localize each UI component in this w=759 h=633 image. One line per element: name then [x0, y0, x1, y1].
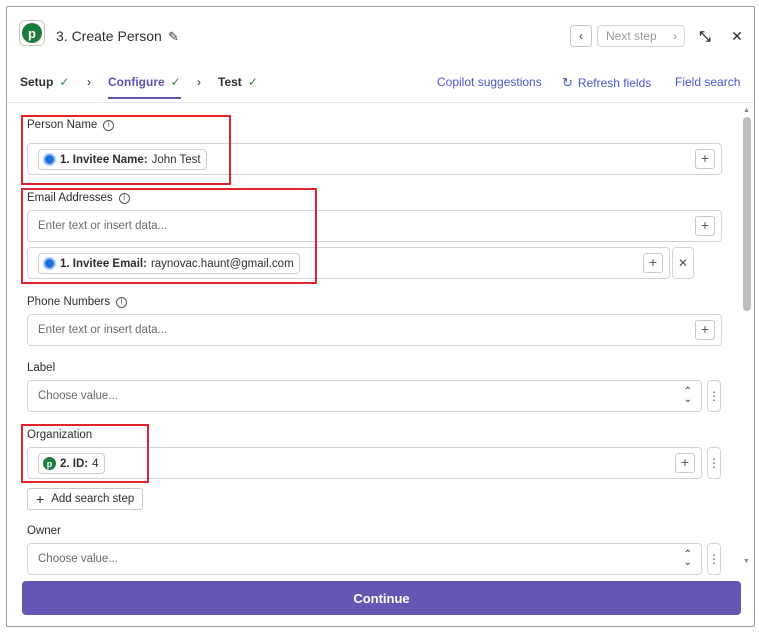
plus-icon: + — [36, 491, 45, 507]
pencil-icon[interactable]: ✎ — [168, 29, 179, 45]
previous-step-button[interactable]: ‹ — [570, 25, 592, 47]
info-icon[interactable]: i — [118, 192, 130, 204]
organization-field[interactable]: p 2. ID: 4 + — [27, 447, 702, 479]
phone-field[interactable]: Enter text or insert data... + — [27, 314, 722, 346]
panel-header: p 3. Create Person ✎ ‹ Next step › ⤡ ✕ — [7, 7, 754, 63]
close-icon[interactable]: ✕ — [727, 26, 747, 46]
insert-data-button[interactable]: + — [675, 453, 695, 473]
pipedrive-logo-letter: p — [22, 23, 42, 43]
invitee-email-pill[interactable]: 1. Invitee Email: raynovac.haunt@gmail.c… — [38, 253, 300, 274]
tab-setup-label: Setup — [20, 75, 54, 89]
chevron-right-icon: › — [87, 75, 91, 89]
configure-form: Person Name i 1. Invitee Name: John Test… — [7, 104, 754, 575]
insert-data-button[interactable]: + — [643, 253, 663, 273]
tab-setup[interactable]: Setup ✓ — [20, 75, 69, 89]
label-field-label-text: Label — [27, 362, 56, 374]
chevron-updown-icon: ⌃ ⌄ — [683, 386, 692, 405]
person-name-field[interactable]: 1. Invitee Name: John Test + — [27, 143, 722, 175]
refresh-fields-label: Refresh fields — [577, 76, 652, 90]
insert-data-button[interactable]: + — [695, 320, 715, 340]
label-field-label: Label — [27, 362, 55, 374]
email-placeholder: Enter text or insert data... — [38, 220, 168, 232]
add-search-step-label: Add search step — [51, 493, 135, 505]
tab-test[interactable]: Test ✓ — [218, 75, 258, 89]
continue-label: Continue — [353, 590, 410, 606]
phone-placeholder: Enter text or insert data... — [38, 324, 168, 336]
tab-configure[interactable]: Configure ✓ — [108, 75, 181, 99]
calendly-icon — [43, 153, 56, 166]
owner-select[interactable]: Choose value... ⌃ ⌄ — [27, 543, 702, 575]
continue-button[interactable]: Continue — [22, 581, 741, 615]
collapse-icon[interactable]: ⤡ — [695, 26, 715, 46]
remove-email-button[interactable]: ✕ — [672, 247, 694, 279]
chevron-updown-icon: ⌃ ⌄ — [683, 549, 692, 568]
checkmark-icon: ✓ — [247, 75, 258, 89]
copilot-suggestions-label: Copilot suggestions — [437, 75, 542, 89]
email-addresses-label: Email Addresses i — [27, 192, 130, 204]
pill-value: John Test — [151, 153, 201, 166]
field-search-label: Field search — [675, 75, 741, 89]
info-icon[interactable]: i — [103, 119, 115, 131]
org-id-pill[interactable]: p 2. ID: 4 — [38, 453, 105, 474]
email-entry-field[interactable]: 1. Invitee Email: raynovac.haunt@gmail.c… — [27, 247, 670, 279]
label-select[interactable]: Choose value... ⌃ ⌄ — [27, 380, 702, 412]
invitee-name-pill[interactable]: 1. Invitee Name: John Test — [38, 149, 207, 170]
copilot-suggestions-link[interactable]: Copilot suggestions — [437, 75, 542, 89]
checkmark-icon: ✓ — [170, 75, 181, 89]
info-icon[interactable]: i — [116, 296, 128, 308]
next-step-button[interactable]: Next step › — [597, 25, 685, 47]
chevron-right-icon: › — [673, 29, 677, 43]
add-search-step-button[interactable]: + Add search step — [27, 488, 144, 510]
chevron-left-icon: ‹ — [579, 29, 583, 43]
label-placeholder: Choose value... — [38, 390, 118, 402]
chevron-right-icon: › — [197, 75, 201, 89]
next-step-label: Next step — [606, 29, 657, 43]
person-name-label: Person Name i — [27, 119, 115, 131]
pipedrive-app-icon: p — [19, 20, 45, 46]
scroll-up-arrow-icon[interactable]: ▲ — [743, 107, 750, 114]
insert-data-button[interactable]: + — [695, 149, 715, 169]
scroll-down-arrow-icon[interactable]: ▼ — [743, 558, 750, 565]
scrollbar-thumb[interactable] — [743, 117, 751, 311]
step-tabs: Setup ✓ › Configure ✓ › Test ✓ Copilot s… — [7, 67, 754, 103]
tab-configure-label: Configure — [108, 75, 165, 89]
email-field[interactable]: Enter text or insert data... + — [27, 210, 722, 242]
pill-reference: 1. Invitee Email: — [60, 257, 147, 270]
insert-data-button[interactable]: + — [695, 216, 715, 236]
organization-label: Organization — [27, 429, 92, 441]
refresh-fields-link[interactable]: ↻ Refresh fields — [562, 75, 651, 91]
phone-numbers-label-text: Phone Numbers — [27, 296, 111, 308]
field-search-link[interactable]: Field search — [675, 75, 740, 89]
step-editor-panel: p 3. Create Person ✎ ‹ Next step › ⤡ ✕ S… — [6, 6, 755, 627]
checkmark-icon: ✓ — [59, 75, 70, 89]
more-options-icon[interactable]: ⋮ — [707, 380, 721, 412]
email-addresses-label-text: Email Addresses — [27, 192, 113, 204]
pill-value: raynovac.haunt@gmail.com — [150, 257, 294, 270]
refresh-icon: ↻ — [562, 75, 573, 90]
more-options-icon[interactable]: ⋮ — [707, 447, 721, 479]
organization-label-text: Organization — [27, 429, 93, 441]
owner-label-text: Owner — [27, 525, 61, 537]
calendly-icon — [43, 257, 56, 270]
tab-test-label: Test — [218, 75, 242, 89]
more-options-icon[interactable]: ⋮ — [707, 543, 721, 575]
pill-reference: 2. ID: — [60, 457, 89, 470]
pill-reference: 1. Invitee Name: — [60, 153, 148, 166]
pill-value: 4 — [92, 457, 99, 470]
step-title[interactable]: 3. Create Person — [56, 28, 162, 44]
person-name-label-text: Person Name — [27, 119, 98, 131]
phone-numbers-label: Phone Numbers i — [27, 296, 128, 308]
pipedrive-icon: p — [43, 457, 56, 470]
owner-label: Owner — [27, 525, 61, 537]
owner-placeholder: Choose value... — [38, 553, 118, 565]
